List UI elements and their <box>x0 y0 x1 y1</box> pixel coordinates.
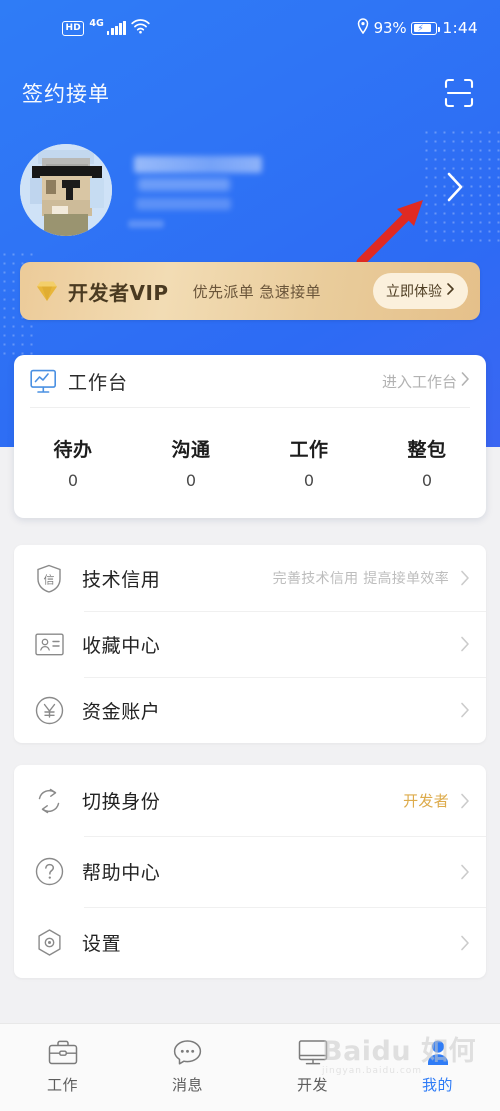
menu-card-primary: 信 技术信用 完善技术信用 提高接单效率 收藏中心 资金账户 <box>14 545 486 743</box>
stat-item[interactable]: 整包 0 <box>368 435 486 490</box>
hd-icon: HD <box>62 20 85 36</box>
stat-label: 沟通 <box>171 438 211 461</box>
vip-subtitle: 优先派单 急速接单 <box>192 282 321 301</box>
signal-bars-icon <box>106 20 126 35</box>
nav-label: 开发 <box>296 1076 328 1094</box>
settings-hexagon-icon <box>34 928 64 958</box>
question-circle-icon <box>34 857 64 887</box>
stat-value: 0 <box>67 470 79 490</box>
status-bar-right: 93% ⚡ 1:44 <box>357 18 478 38</box>
id-card-icon <box>34 629 64 659</box>
menu-item-help-center[interactable]: 帮助中心 <box>14 836 486 907</box>
menu-item-switch-identity[interactable]: 切换身份 开发者 <box>14 765 486 836</box>
chevron-right-icon <box>459 635 470 653</box>
title-row: 签约接单 <box>0 72 500 120</box>
bottom-navigation: 工作 消息 开发 我的 <box>0 1023 500 1111</box>
menu-item-value: 开发者 <box>403 792 449 810</box>
chevron-right-icon <box>459 701 470 719</box>
workbench-card: 工作台 进入工作台 待办 0 沟通 0 工作 0 整包 0 <box>14 355 486 518</box>
profile-row[interactable] <box>0 140 500 240</box>
vip-try-button[interactable]: 立即体验 <box>373 273 468 309</box>
briefcase-icon <box>47 1037 79 1067</box>
stat-label: 待办 <box>53 438 93 461</box>
stat-value: 0 <box>303 470 315 490</box>
chevron-right-icon <box>459 934 470 952</box>
enter-workbench-label: 进入工作台 <box>381 372 457 391</box>
battery-charging-icon: ⚡ <box>411 21 441 35</box>
scan-qr-icon[interactable] <box>442 76 476 110</box>
user-subtitle-redacted <box>138 178 230 191</box>
menu-item-label: 收藏中心 <box>82 634 161 657</box>
vip-title: 开发者VIP <box>68 280 169 305</box>
nav-item-develop[interactable]: 开发 <box>250 1037 375 1095</box>
workbench-title: 工作台 <box>68 371 129 394</box>
menu-item-label: 资金账户 <box>82 700 161 723</box>
nav-item-profile[interactable]: 我的 <box>375 1037 500 1095</box>
chevron-right-icon <box>459 569 470 587</box>
battery-percent-label: 93% <box>373 19 407 37</box>
chevron-right-icon <box>460 371 470 391</box>
clock-label: 1:44 <box>442 19 478 37</box>
chevron-right-icon <box>459 792 470 810</box>
stat-value: 0 <box>185 470 197 490</box>
wifi-icon <box>131 18 150 38</box>
shield-credit-icon: 信 <box>34 563 64 593</box>
menu-item-settings[interactable]: 设置 <box>14 907 486 978</box>
menu-item-label: 切换身份 <box>82 791 161 813</box>
status-bar-left: HD 4G <box>62 18 150 38</box>
avatar[interactable] <box>20 144 112 236</box>
nav-label: 消息 <box>171 1076 203 1094</box>
stat-label: 工作 <box>289 438 329 461</box>
status-bar: HD 4G 93% ⚡ 1:44 <box>0 0 500 56</box>
network-type-label: 4G <box>89 18 104 30</box>
monitor-icon <box>297 1037 329 1067</box>
menu-item-label: 设置 <box>82 933 122 955</box>
enter-workbench-link[interactable]: 进入工作台 <box>382 371 470 392</box>
stat-value: 0 <box>421 470 433 490</box>
user-detail-redacted <box>136 198 231 210</box>
menu-card-secondary: 切换身份 开发者 帮助中心 设置 <box>14 765 486 978</box>
stat-item[interactable]: 待办 0 <box>14 435 132 490</box>
menu-item-label: 技术信用 <box>82 568 161 591</box>
menu-item-value: 完善技术信用 提高接单效率 <box>272 571 449 587</box>
chat-bubble-icon <box>172 1037 204 1067</box>
stat-label: 整包 <box>407 438 447 461</box>
menu-item-funds-account[interactable]: 资金账户 <box>14 677 486 743</box>
vip-banner[interactable]: 开发者VIP 优先派单 急速接单 立即体验 <box>20 262 480 320</box>
location-pin-icon <box>357 18 369 38</box>
yen-circle-icon <box>34 695 64 725</box>
vip-try-label: 立即体验 <box>386 284 442 300</box>
user-name-redacted <box>134 156 262 173</box>
workbench-header: 工作台 进入工作台 <box>14 355 486 407</box>
nav-item-messages[interactable]: 消息 <box>125 1037 250 1095</box>
monitor-chart-icon <box>30 369 57 394</box>
page-title: 签约接单 <box>22 82 110 106</box>
stat-item[interactable]: 沟通 0 <box>132 435 250 490</box>
menu-item-label: 帮助中心 <box>82 862 161 884</box>
person-icon <box>422 1037 454 1067</box>
user-extra-redacted <box>128 220 164 228</box>
app-root: HD 4G 93% ⚡ 1:44 签约接单 开发者VIP 优先派单 急速接单 立… <box>0 0 500 1111</box>
nav-label: 工作 <box>46 1076 78 1094</box>
stat-item[interactable]: 工作 0 <box>250 435 368 490</box>
chevron-right-icon[interactable] <box>444 170 466 208</box>
menu-item-tech-credit[interactable]: 信 技术信用 完善技术信用 提高接单效率 <box>14 545 486 611</box>
svg-text:信: 信 <box>44 573 55 586</box>
menu-item-favorites[interactable]: 收藏中心 <box>14 611 486 677</box>
switch-refresh-icon <box>34 786 64 816</box>
chevron-right-icon <box>446 282 455 300</box>
diamond-icon <box>34 278 60 304</box>
workbench-stats: 待办 0 沟通 0 工作 0 整包 0 <box>14 408 486 516</box>
nav-item-work[interactable]: 工作 <box>0 1037 125 1095</box>
chevron-right-icon <box>459 863 470 881</box>
nav-label: 我的 <box>421 1076 453 1094</box>
